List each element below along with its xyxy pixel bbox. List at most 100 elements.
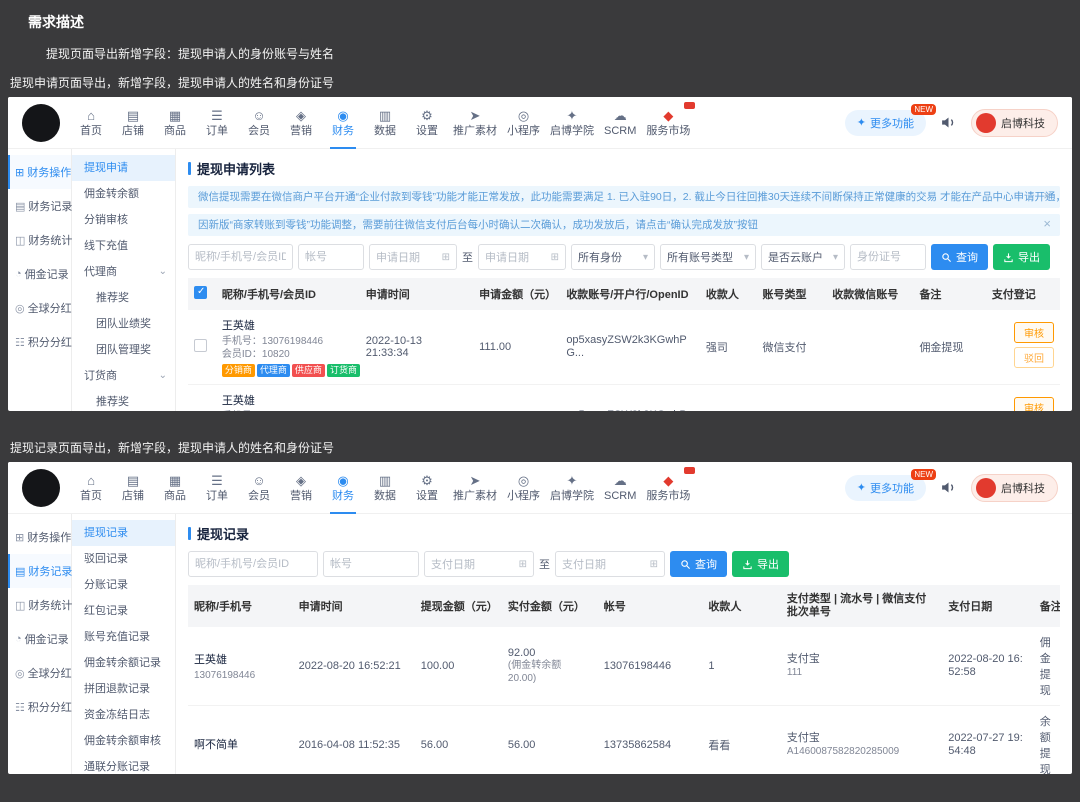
close-icon[interactable]: × [1043,189,1051,202]
keyword-input[interactable] [188,244,293,270]
page-title: 提现申请列表 [188,159,1060,178]
menu-group-agent[interactable]: 代理商 ⌄ [72,259,175,285]
menu-item-groupbuy-refund-records[interactable]: 拼团退款记录 [72,676,175,702]
nav-item-goods[interactable]: ▦ 商品 [154,97,196,149]
sidebar-item-finance-operations[interactable]: ⊞ 财务操作 [8,155,71,189]
menu-item-withdraw-records[interactable]: 提现记录 [72,520,175,546]
withdraw-amount: 56.00 [414,705,502,774]
menu-item-withdraw-apply[interactable]: 提现申请 [72,155,175,181]
nav-item-mini-program[interactable]: ◎ 小程序 [502,97,545,149]
more-features-button[interactable]: ✦ 更多功能 NEW [844,103,936,136]
cloud-account-select[interactable]: 是否云账户 ▾ [761,244,845,270]
sidebar-item-finance-stats[interactable]: ◫ 财务统计 [8,223,72,257]
nav-item-home[interactable]: ⌂ 首页 [70,97,112,149]
menu-item-referral-bonus[interactable]: 推荐奖 [72,285,175,311]
export-button[interactable]: 导出 [993,244,1050,270]
apply-date-start-input[interactable]: 申请日期 ⊞ [369,244,457,270]
search-button[interactable]: 查询 [931,244,988,270]
nav-item-data[interactable]: ▥ 数据 [364,97,406,149]
nav-item-service-market[interactable]: ◆ 服务市场 [641,462,696,514]
nav-item-orders[interactable]: ☰ 订单 [196,462,238,514]
nav-item-academy[interactable]: ✦ 启博学院 [545,462,599,514]
nav-item-settings[interactable]: ⚙ 设置 [406,462,448,514]
nav-item-scrm[interactable]: ☁ SCRM [599,462,641,514]
nav-item-settings[interactable]: ⚙ 设置 [406,97,448,149]
account-type-select[interactable]: 所有账号类型 ▾ [660,244,756,270]
sidebar-item-finance-stats[interactable]: ◫ 财务统计 [8,588,72,622]
nav-item-shop[interactable]: ▤ 店铺 [112,462,154,514]
nav-item-service-market[interactable]: ◆ 服务市场 [641,97,696,149]
sidebar-item-finance-records[interactable]: ▤ 财务记录 [8,189,72,223]
id-card-input[interactable] [850,244,926,270]
menu-item-distribution-review[interactable]: 分销审核 [72,207,175,233]
main-content: 提现申请列表 微信提现需要在微信商户平台开通“企业付款到零钱”功能才能正常发放，… [176,149,1072,411]
nav-item-goods[interactable]: ▦ 商品 [154,462,196,514]
announcement-icon[interactable] [940,114,957,131]
col-header: 支付登记 [985,278,1060,310]
nav-item-home[interactable]: ⌂ 首页 [70,462,112,514]
nav-item-marketing[interactable]: ◈ 营销 [280,462,322,514]
sidebar-item-finance-operations[interactable]: ⊞ 财务操作 [8,520,71,554]
review-button[interactable]: 审核 [1014,321,1054,343]
export-button[interactable]: 导出 [732,551,789,577]
chevron-down-icon: ⌄ [158,266,167,277]
col-header: 申请时间 [292,585,415,627]
brand-account-button[interactable]: 启博科技 [971,473,1058,502]
sidebar-item-commission-records[interactable]: ◔ 佣金记录 [8,257,71,291]
nav-item-data[interactable]: ▥ 数据 [364,462,406,514]
menu-item-commission-to-balance-review[interactable]: 佣金转余额审核 [72,728,175,754]
col-header: 收款人 [699,278,757,310]
more-features-button[interactable]: ✦ 更多功能 NEW [844,468,936,501]
menu-item-reject-records[interactable]: 驳回记录 [72,546,175,572]
menu-item-offline-recharge[interactable]: 线下充值 [72,233,175,259]
identity-select[interactable]: 所有身份 ▾ [571,244,655,270]
review-button[interactable]: 审核 [1014,396,1054,411]
account: 13076198446 [597,627,703,706]
search-button[interactable]: 查询 [670,551,727,577]
reject-button[interactable]: 驳回 [1014,346,1054,368]
menu-item-commission-to-balance-records[interactable]: 佣金转余额记录 [72,650,175,676]
menu-item-funds-freeze-log[interactable]: 资金冻结日志 [72,702,175,728]
menu-item-redpacket-records[interactable]: 红包记录 [72,598,175,624]
menu-item-tonglian-split-records[interactable]: 通联分账记录 [72,754,175,774]
account-input[interactable] [323,551,419,577]
nav-item-promo-materials[interactable]: ➤ 推广素材 [448,462,502,514]
pay-date-start-input[interactable]: 支付日期 ⊞ [424,551,534,577]
nav-item-promo-materials[interactable]: ➤ 推广素材 [448,97,502,149]
main-nav: ⌂ 首页 ▤ 店铺 ▦ 商品 ☰ 订单 ☺ 会员 ◈ 营销 ◉ 财务 ▥ 数据 ⚙ 设置 ➤ 推广素… [70,97,696,149]
nav-item-members[interactable]: ☺ 会员 [238,97,280,149]
col-header: 收款账号/开户行/OpenID [560,278,700,310]
account-input[interactable] [298,244,364,270]
close-icon[interactable]: × [1043,217,1051,230]
menu-item-split-records[interactable]: 分账记录 [72,572,175,598]
announcement-icon[interactable] [940,479,957,496]
nav-item-orders[interactable]: ☰ 订单 [196,97,238,149]
nav-item-scrm[interactable]: ☁ SCRM [599,97,641,149]
menu-group-orderer[interactable]: 订货商 ⌄ [72,363,175,389]
col-header: 帐号 [597,585,703,627]
menu-item-referral-bonus[interactable]: 推荐奖 [72,389,175,411]
keyword-input[interactable] [188,551,318,577]
nav-item-shop[interactable]: ▤ 店铺 [112,97,154,149]
menu-item-team-manage-bonus[interactable]: 团队管理奖 [72,337,175,363]
nav-item-members[interactable]: ☺ 会员 [238,462,280,514]
brand-account-button[interactable]: 启博科技 [971,108,1058,137]
menu-item-account-recharge-records[interactable]: 账号充值记录 [72,624,175,650]
nav-item-academy[interactable]: ✦ 启博学院 [545,97,599,149]
menu-item-team-performance-bonus[interactable]: 团队业绩奖 [72,311,175,337]
nav-item-marketing[interactable]: ◈ 营销 [280,97,322,149]
sidebar-item-global-dividend[interactable]: ◎ 全球分红 [8,656,72,690]
apply-date-end-input[interactable]: 申请日期 ⊞ [478,244,566,270]
sidebar-item-global-dividend[interactable]: ◎ 全球分红 [8,291,72,325]
sidebar-item-points-dividend[interactable]: ☷ 积分分红 [8,325,72,359]
sidebar-item-points-dividend[interactable]: ☷ 积分分红 [8,690,72,724]
menu-item-commission-to-balance[interactable]: 佣金转余额 [72,181,175,207]
sidebar-item-finance-records[interactable]: ▤ 财务记录 [8,554,72,588]
row-checkbox[interactable] [194,338,207,352]
nav-item-finance[interactable]: ◉ 财务 [322,97,364,149]
nav-item-mini-program[interactable]: ◎ 小程序 [502,462,545,514]
pay-date-end-input[interactable]: 支付日期 ⊞ [555,551,665,577]
select-all-checkbox[interactable] [194,286,207,299]
sidebar-item-commission-records[interactable]: ◔ 佣金记录 [8,622,71,656]
nav-item-finance[interactable]: ◉ 财务 [322,462,364,514]
